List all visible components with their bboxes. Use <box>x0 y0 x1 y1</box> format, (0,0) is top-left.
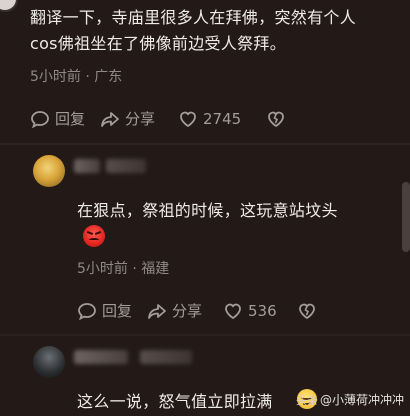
username-blurred <box>74 159 100 173</box>
comment-bubble-icon <box>78 302 96 320</box>
share-label: 分享 <box>125 110 156 128</box>
reply-item: 在狠点，祭祖的时候，这玩意站坟头 5小时前 · 福建 回复 分享 536 <box>0 145 410 335</box>
reply-button[interactable]: 回复 <box>77 300 147 321</box>
broken-heart-icon <box>268 111 284 127</box>
comment-text-line: 翻译一下，寺庙里很多人在拜佛，突然有个人 <box>30 8 357 27</box>
reply-label: 回复 <box>55 110 86 128</box>
dislike-button[interactable] <box>297 301 317 321</box>
like-count: 536 <box>248 301 277 320</box>
heart-icon <box>180 111 196 127</box>
heart-icon <box>225 303 241 319</box>
comment-meta: 5小时前 · 广东 <box>30 69 123 85</box>
comment-bubble-icon <box>31 110 49 128</box>
reply-label: 回复 <box>102 302 133 320</box>
share-arrow-icon <box>101 111 119 127</box>
angry-face-icon <box>83 225 105 247</box>
like-count: 2745 <box>203 109 242 128</box>
dislike-button[interactable] <box>266 109 286 129</box>
like-button[interactable]: 2745 <box>178 109 266 129</box>
username-blurred <box>140 350 192 364</box>
avatar[interactable] <box>0 0 18 12</box>
comment-text: 翻译一下，寺庙里很多人在拜佛，突然有个人 cos佛祖坐在了佛像前边受人祭拜。 <box>30 5 402 57</box>
share-button[interactable]: 分享 <box>100 108 178 129</box>
broken-heart-icon <box>299 303 315 319</box>
avatar[interactable] <box>33 346 65 378</box>
avatar[interactable] <box>33 155 65 187</box>
watermark-logo: 头条 <box>295 393 318 407</box>
comment-item: 翻译一下，寺庙里很多人在拜佛，突然有个人 cos佛祖坐在了佛像前边受人祭拜。 5… <box>0 0 410 140</box>
comment-actions: 回复 分享 536 <box>77 300 317 321</box>
username-blurred <box>106 159 146 173</box>
reply-text: 这么一说，怒气值立即拉满 <box>77 392 273 411</box>
share-label: 分享 <box>172 302 203 320</box>
comment-meta: 5小时前 · 福建 <box>77 261 170 277</box>
reply-text: 在狠点，祭祖的时候，这玩意站坟头 <box>77 201 338 220</box>
scrollbar[interactable] <box>402 182 410 252</box>
like-button[interactable]: 536 <box>223 301 297 321</box>
reply-button[interactable]: 回复 <box>30 108 100 129</box>
watermark: 头条 @小薄荷冲冲冲 <box>296 391 404 408</box>
comment-actions: 回复 分享 2745 <box>30 108 286 129</box>
share-button[interactable]: 分享 <box>147 300 223 321</box>
watermark-handle: @小薄荷冲冲冲 <box>319 393 404 407</box>
username-blurred <box>74 350 128 364</box>
comment-text-line: cos佛祖坐在了佛像前边受人祭拜。 <box>30 34 287 53</box>
share-arrow-icon <box>148 303 166 319</box>
